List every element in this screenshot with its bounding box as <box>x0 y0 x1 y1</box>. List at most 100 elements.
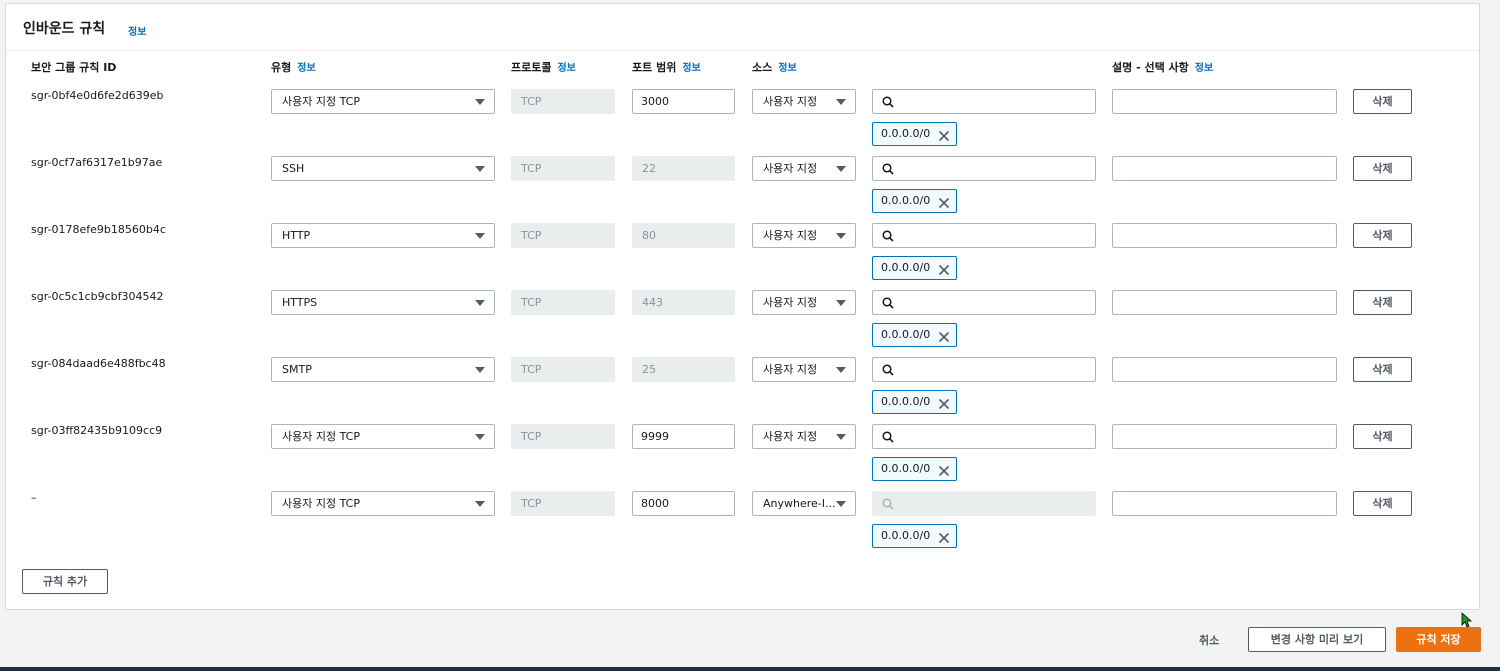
port-range-info-link[interactable]: 정보 <box>682 63 700 74</box>
source-select[interactable]: Anywhere-I... <box>752 491 856 516</box>
delete-rule-button[interactable]: 삭제 <box>1353 357 1412 382</box>
cidr-token: 0.0.0.0/0 <box>872 524 957 548</box>
column-header-protocol: 프로토콜 정보 <box>511 59 576 75</box>
type-select[interactable]: SSH <box>271 156 495 181</box>
close-icon[interactable] <box>938 396 950 410</box>
protocol-info-link[interactable]: 정보 <box>557 63 575 74</box>
close-icon[interactable] <box>938 329 950 343</box>
preview-changes-button[interactable]: 변경 사항 미리 보기 <box>1248 627 1386 652</box>
source-select[interactable]: 사용자 지정 <box>752 357 856 382</box>
port-range-input[interactable]: 8000 <box>632 491 735 516</box>
close-icon[interactable] <box>938 195 950 209</box>
delete-rule-button[interactable]: 삭제 <box>1353 156 1412 181</box>
delete-rule-button[interactable]: 삭제 <box>1353 89 1412 114</box>
type-select[interactable]: 사용자 지정 TCP <box>271 424 495 449</box>
caret-down-icon <box>836 367 846 373</box>
cidr-search-input[interactable] <box>872 290 1096 315</box>
cidr-search-input <box>872 491 1096 516</box>
column-header-type: 유형 정보 <box>271 59 316 75</box>
column-header-description: 설명 - 선택 사항 정보 <box>1112 59 1213 75</box>
source-select-value: 사용자 지정 <box>763 296 818 309</box>
description-input[interactable] <box>1112 424 1337 449</box>
type-select-value: SMTP <box>282 363 312 376</box>
cidr-token: 0.0.0.0/0 <box>872 390 957 414</box>
type-select-value: HTTPS <box>282 296 318 309</box>
cidr-search-input[interactable] <box>872 357 1096 382</box>
type-select[interactable]: 사용자 지정 TCP <box>271 491 495 516</box>
port-range-field: 25 <box>632 357 735 382</box>
cidr-search-input[interactable] <box>872 223 1096 248</box>
delete-rule-button[interactable]: 삭제 <box>1353 424 1412 449</box>
caret-down-icon <box>836 434 846 440</box>
rule-row: sgr-0bf4e0d6fe2d639eb 사용자 지정 TCP TCP 3000 사용… <box>6 89 1479 156</box>
column-header-protocol-label: 프로토콜 <box>511 61 552 74</box>
port-range-input[interactable]: 9999 <box>632 424 735 449</box>
source-select[interactable]: 사용자 지정 <box>752 424 856 449</box>
delete-rule-button[interactable]: 삭제 <box>1353 290 1412 315</box>
type-select[interactable]: HTTPS <box>271 290 495 315</box>
delete-rule-button[interactable]: 삭제 <box>1353 223 1412 248</box>
rule-id: sgr-0cf7af6317e1b97ae <box>31 156 163 169</box>
source-info-link[interactable]: 정보 <box>778 63 796 74</box>
protocol-field: TCP <box>511 223 615 248</box>
source-select[interactable]: 사용자 지정 <box>752 223 856 248</box>
search-icon <box>882 297 894 309</box>
caret-down-icon <box>475 367 485 373</box>
description-input[interactable] <box>1112 290 1337 315</box>
description-input[interactable] <box>1112 156 1337 181</box>
type-select[interactable]: SMTP <box>271 357 495 382</box>
column-header-port-range: 포트 범위 정보 <box>632 59 701 75</box>
column-header-type-label: 유형 <box>271 61 292 74</box>
add-rule-button[interactable]: 규칙 추가 <box>22 569 108 594</box>
column-header-source: 소스 정보 <box>752 59 797 75</box>
cidr-token-value: 0.0.0.0/0 <box>881 328 931 341</box>
type-select[interactable]: HTTP <box>271 223 495 248</box>
cidr-search-input[interactable] <box>872 424 1096 449</box>
title-info-link[interactable]: 정보 <box>128 23 146 38</box>
rule-row: sgr-03ff82435b9109cc9 사용자 지정 TCP TCP 9999 사용… <box>6 424 1479 491</box>
cancel-button[interactable]: 취소 <box>1199 632 1219 648</box>
type-info-link[interactable]: 정보 <box>297 63 315 74</box>
description-input[interactable] <box>1112 223 1337 248</box>
cidr-token: 0.0.0.0/0 <box>872 457 957 481</box>
save-rules-button[interactable]: 규칙 저장 <box>1396 627 1481 652</box>
source-select-value: 사용자 지정 <box>763 162 818 175</box>
rule-row: sgr-0178efe9b18560b4c HTTP TCP 80 사용자 지정 0.0.… <box>6 223 1479 290</box>
caret-down-icon <box>836 300 846 306</box>
source-select-value: Anywhere-I... <box>763 497 836 510</box>
search-icon <box>882 364 894 376</box>
description-input[interactable] <box>1112 491 1337 516</box>
port-range-field: 22 <box>632 156 735 181</box>
rule-id: sgr-084daad6e488fbc48 <box>31 357 166 370</box>
rule-row: – 사용자 지정 TCP TCP 8000 Anywhere-I... 0.0.0.0/0… <box>6 491 1479 558</box>
rule-id: sgr-03ff82435b9109cc9 <box>31 424 163 437</box>
type-select[interactable]: 사용자 지정 TCP <box>271 89 495 114</box>
description-info-link[interactable]: 정보 <box>1195 63 1213 74</box>
close-icon[interactable] <box>938 262 950 276</box>
column-header-port-range-label: 포트 범위 <box>632 61 677 74</box>
source-select[interactable]: 사용자 지정 <box>752 290 856 315</box>
search-icon <box>882 96 894 108</box>
delete-rule-button[interactable]: 삭제 <box>1353 491 1412 516</box>
source-select-value: 사용자 지정 <box>763 430 818 443</box>
source-select[interactable]: 사용자 지정 <box>752 156 856 181</box>
search-icon <box>882 431 894 443</box>
caret-down-icon <box>475 300 485 306</box>
close-icon[interactable] <box>938 128 950 142</box>
rule-id: sgr-0178efe9b18560b4c <box>31 223 166 236</box>
cidr-token-value: 0.0.0.0/0 <box>881 395 931 408</box>
description-input[interactable] <box>1112 357 1337 382</box>
cidr-token-value: 0.0.0.0/0 <box>881 127 931 140</box>
description-input[interactable] <box>1112 89 1337 114</box>
caret-down-icon <box>836 501 846 507</box>
source-select[interactable]: 사용자 지정 <box>752 89 856 114</box>
close-icon[interactable] <box>938 463 950 477</box>
port-range-input[interactable]: 3000 <box>632 89 735 114</box>
protocol-field: TCP <box>511 290 615 315</box>
caret-down-icon <box>475 166 485 172</box>
cidr-token-value: 0.0.0.0/0 <box>881 261 931 274</box>
cidr-search-input[interactable] <box>872 156 1096 181</box>
cidr-search-input[interactable] <box>872 89 1096 114</box>
close-icon[interactable] <box>938 530 950 544</box>
source-select-value: 사용자 지정 <box>763 229 818 242</box>
